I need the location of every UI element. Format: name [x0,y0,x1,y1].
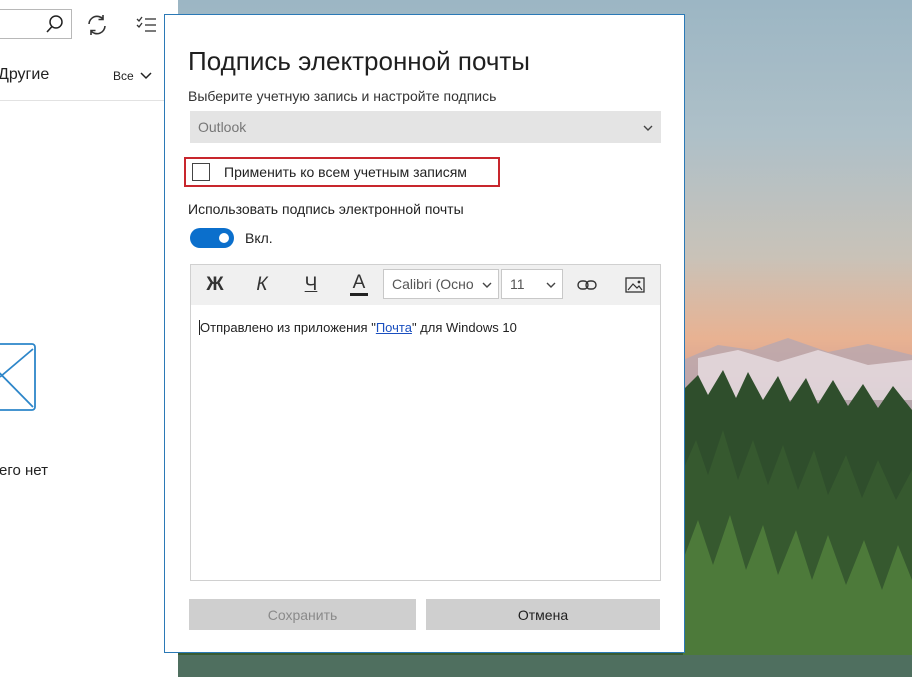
bold-button[interactable]: Ж [195,265,235,305]
chevron-down-icon [643,119,653,135]
search-input[interactable] [0,9,72,39]
signature-suffix: " для Windows 10 [411,320,517,335]
font-color-label: A [352,272,366,293]
font-color-button[interactable]: A [339,265,379,305]
apply-all-checkbox[interactable] [192,163,210,181]
toggle-state-label: Вкл. [245,230,273,246]
select-mode-icon[interactable] [134,12,160,38]
chevron-down-icon [140,69,152,83]
folder-tab-other[interactable]: Другие [0,66,49,84]
chevron-down-icon [482,276,492,292]
sync-icon[interactable] [84,12,110,38]
search-icon[interactable] [45,14,65,39]
signature-link[interactable]: Почта [376,320,412,335]
mail-list-pane: Другие Все его нет [0,0,178,677]
account-value: Outlook [198,119,247,135]
insert-image-icon[interactable] [615,265,655,305]
use-signature-label: Использовать подпись электронной почты [188,201,464,217]
filter-dropdown[interactable]: Все [113,69,152,83]
cancel-button[interactable]: Отмена [426,599,660,630]
font-size-select[interactable]: 11 [501,269,563,299]
font-name-select[interactable]: Calibri (Осно [383,269,499,299]
dialog-subtitle: Выберите учетную запись и настройте подп… [188,88,497,104]
signature-editor[interactable]: Ж К Ч A Calibri (Осно 11 Отправлено из п… [190,264,661,581]
apply-all-label: Применить ко всем учетным записям [224,164,467,180]
save-button[interactable]: Сохранить [189,599,416,630]
underline-button[interactable]: Ч [291,265,331,305]
use-signature-toggle[interactable] [190,228,234,248]
dialog-title: Подпись электронной почты [188,46,530,76]
formatting-toolbar: Ж К Ч A Calibri (Осно 11 [191,265,660,305]
divider [0,100,164,101]
signature-prefix: Отправлено из приложения " [200,320,376,335]
email-signature-dialog: Подпись электронной почты Выберите учетн… [164,14,685,653]
envelope-icon [0,343,38,418]
toggle-knob [219,233,229,243]
font-name-value: Calibri (Осно [392,276,474,292]
apply-all-accounts-option[interactable]: Применить ко всем учетным записям [184,157,500,187]
font-color-bar [350,293,368,296]
account-select[interactable]: Outlook [190,111,661,143]
link-icon[interactable] [567,265,607,305]
font-size-value: 11 [510,276,525,292]
empty-message: его нет [0,462,48,479]
filter-label: Все [113,69,134,83]
chevron-down-icon [546,276,556,292]
italic-button[interactable]: К [242,265,282,305]
signature-text[interactable]: Отправлено из приложения "Почта" для Win… [199,320,517,335]
